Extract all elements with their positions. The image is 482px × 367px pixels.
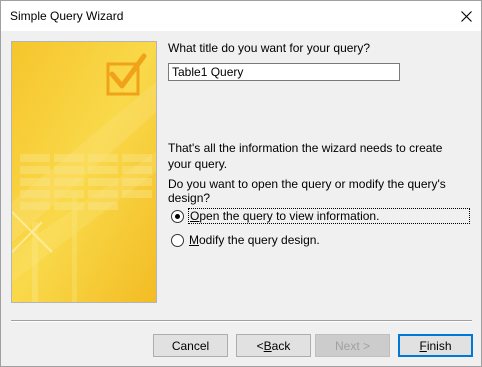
open-or-modify-question: Do you want to open the query or modify …	[168, 177, 446, 205]
open-query-radio[interactable]	[171, 209, 184, 223]
title-bar[interactable]: Simple Query Wizard	[1, 1, 481, 31]
info-text: That's all the information the wizard ne…	[168, 141, 443, 171]
close-button[interactable]	[457, 7, 475, 25]
modify-design-radio[interactable]	[171, 233, 184, 247]
wizard-art-image	[12, 42, 156, 302]
back-button[interactable]: < Back	[236, 334, 311, 357]
finish-button[interactable]: Finish	[398, 334, 473, 357]
button-divider	[11, 320, 472, 322]
open-query-label[interactable]: Open the query to view information.	[188, 208, 470, 224]
close-icon	[460, 10, 472, 22]
open-query-option[interactable]: Open the query to view information.	[171, 208, 470, 224]
modify-design-option[interactable]: Modify the query design.	[171, 232, 321, 248]
wizard-illustration	[11, 41, 157, 303]
query-title-input[interactable]	[168, 63, 400, 81]
wizard-window: Simple Query Wizard What title do you wa…	[0, 0, 482, 367]
next-button[interactable]: Next >	[315, 334, 390, 357]
title-question-label: What title do you want for your query?	[168, 41, 371, 55]
window-title: Simple Query Wizard	[10, 9, 124, 23]
cancel-button[interactable]: Cancel	[153, 334, 228, 357]
modify-design-label[interactable]: Modify the query design.	[188, 233, 321, 247]
